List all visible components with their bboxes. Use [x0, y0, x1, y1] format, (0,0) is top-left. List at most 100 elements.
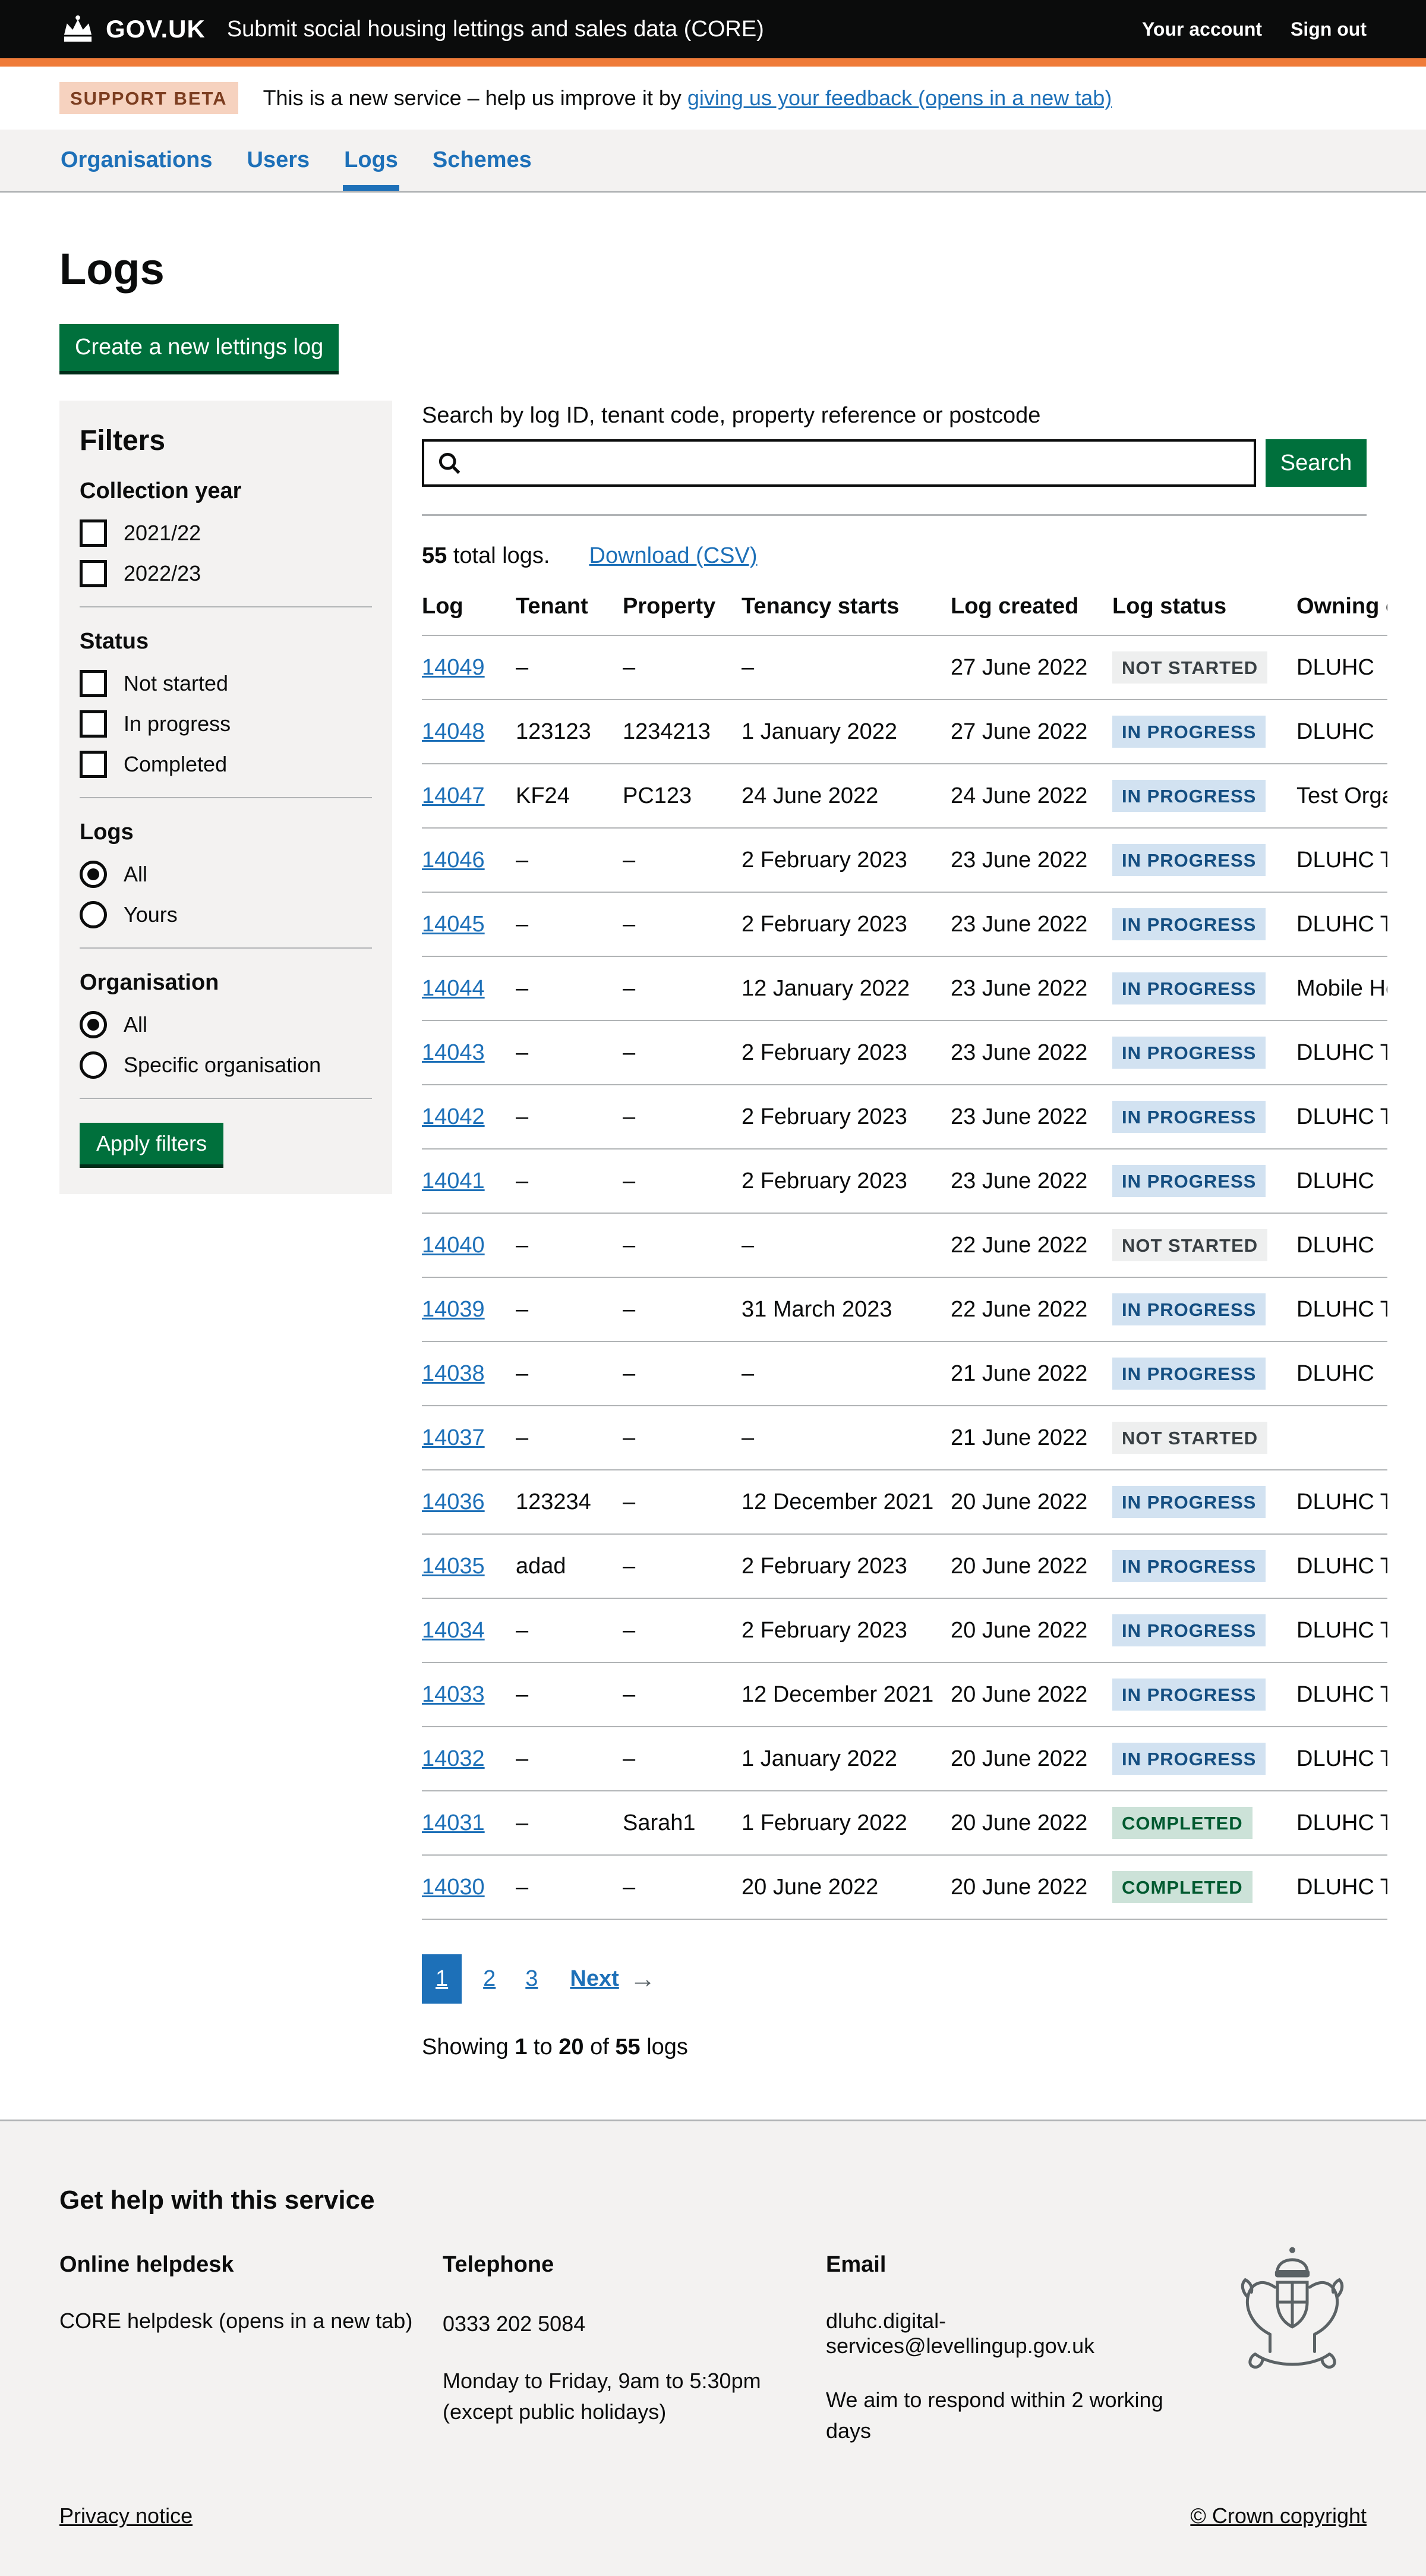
search-button[interactable]: Search [1266, 439, 1367, 487]
status-tag: IN PROGRESS [1112, 1614, 1266, 1646]
table-row: 14030––20 June 202220 June 2022COMPLETED… [422, 1855, 1387, 1919]
log-link-14035[interactable]: 14035 [422, 1554, 485, 1579]
log-link-14040[interactable]: 14040 [422, 1233, 485, 1258]
core-helpdesk-link[interactable]: CORE helpdesk (opens in a new tab) [59, 2309, 412, 2333]
crown-copyright-link[interactable]: © Crown copyright [1190, 2503, 1367, 2528]
telephone-holidays: (except public holidays) [443, 2397, 826, 2427]
radio-option-all[interactable]: All [80, 861, 372, 888]
radio-all-control[interactable] [80, 861, 107, 888]
option-label: Yours [124, 902, 178, 927]
nav-item-users[interactable]: Users [246, 130, 311, 191]
radio-dot [87, 1019, 99, 1031]
next-page-link[interactable]: Next [570, 1966, 619, 1992]
nav-item-organisations[interactable]: Organisations [59, 130, 214, 191]
checkbox-2022-23-control[interactable] [80, 560, 107, 587]
radio-yours-control[interactable] [80, 901, 107, 928]
status-tag: COMPLETED [1112, 1871, 1253, 1903]
your-account-link[interactable]: Your account [1142, 18, 1262, 40]
privacy-notice-link[interactable]: Privacy notice [59, 2503, 193, 2528]
table-row: 14045––2 February 202323 June 2022IN PRO… [422, 892, 1387, 956]
log-link-14045[interactable]: 14045 [422, 912, 485, 937]
log-link-14038[interactable]: 14038 [422, 1361, 485, 1386]
log-link-14047[interactable]: 14047 [422, 783, 485, 808]
radio-all-control[interactable] [80, 1011, 107, 1038]
download-csv-link[interactable]: Download (CSV) [589, 543, 758, 568]
log-link-14041[interactable]: 14041 [422, 1169, 485, 1193]
log-link-14034[interactable]: 14034 [422, 1618, 485, 1643]
telephone-hours: Monday to Friday, 9am to 5:30pm [443, 2366, 826, 2397]
filters-heading: Filters [80, 424, 372, 457]
feedback-link[interactable]: giving us your feedback (opens in a new … [687, 86, 1112, 110]
page-link-3[interactable]: 3 [517, 1954, 546, 2004]
nav-item-logs[interactable]: Logs [343, 130, 399, 191]
checkbox-option-2022-23[interactable]: 2022/23 [80, 560, 372, 587]
phase-banner: SUPPORT BETA This is a new service – hel… [0, 67, 1426, 130]
govuk-logo[interactable]: GOV.UK [106, 15, 206, 43]
page-link-2[interactable]: 2 [475, 1954, 504, 2004]
primary-navigation: Organisations Users Logs Schemes [0, 130, 1426, 193]
footer-telephone: Telephone 0333 202 5084 Monday to Friday… [443, 2252, 826, 2446]
checkbox-option-in-progress[interactable]: In progress [80, 710, 372, 738]
service-name-link[interactable]: Submit social housing lettings and sales… [227, 17, 764, 42]
table-row: 14044––12 January 202223 June 2022IN PRO… [422, 956, 1387, 1021]
table-row: 14036123234–12 December 202120 June 2022… [422, 1470, 1387, 1534]
log-link-14030[interactable]: 14030 [422, 1875, 485, 1900]
radio-option-all[interactable]: All [80, 1011, 372, 1038]
pagination: 123Next→ [422, 1954, 1367, 2004]
footer-email: Email dluhc.digital-services@levellingup… [826, 2252, 1209, 2446]
support-beta-tag: SUPPORT BETA [59, 82, 238, 114]
log-link-14049[interactable]: 14049 [422, 655, 485, 680]
status-tag: IN PROGRESS [1112, 1679, 1266, 1711]
status-tag: IN PROGRESS [1112, 1037, 1266, 1069]
email-response-note: We aim to respond within 2 working days [826, 2385, 1209, 2446]
log-link-14043[interactable]: 14043 [422, 1040, 485, 1065]
log-link-14032[interactable]: 14032 [422, 1746, 485, 1771]
table-row: 14038–––21 June 2022IN PROGRESSDLUHC [422, 1341, 1387, 1406]
nav-item-schemes[interactable]: Schemes [431, 130, 533, 191]
status-tag: IN PROGRESS [1112, 780, 1266, 812]
log-link-14037[interactable]: 14037 [422, 1425, 485, 1450]
table-row: 1404812312312342131 January 202227 June … [422, 700, 1387, 764]
log-link-14046[interactable]: 14046 [422, 848, 485, 873]
log-link-14044[interactable]: 14044 [422, 976, 485, 1001]
log-link-14036[interactable]: 14036 [422, 1489, 485, 1514]
option-label: Completed [124, 752, 227, 777]
search-input[interactable] [422, 439, 1256, 487]
telephone-number: 0333 202 5084 [443, 2309, 826, 2339]
option-label: Specific organisation [124, 1053, 321, 1078]
status-tag: IN PROGRESS [1112, 1101, 1266, 1133]
status-tag: IN PROGRESS [1112, 1743, 1266, 1775]
phase-banner-text-prefix: This is a new service – help us improve … [263, 86, 687, 110]
checkbox-2021-22-control[interactable] [80, 519, 107, 547]
radio-option-specific-organisation[interactable]: Specific organisation [80, 1051, 372, 1079]
page-current-1[interactable]: 1 [422, 1954, 462, 2004]
table-row: 14043––2 February 202323 June 2022IN PRO… [422, 1021, 1387, 1085]
log-link-14048[interactable]: 14048 [422, 719, 485, 744]
sign-out-link[interactable]: Sign out [1291, 18, 1367, 40]
checkbox-option-completed[interactable]: Completed [80, 751, 372, 778]
checkbox-not-started-control[interactable] [80, 670, 107, 697]
radio-specific-organisation-control[interactable] [80, 1051, 107, 1079]
checkbox-completed-control[interactable] [80, 751, 107, 778]
govuk-header: GOV.UK Submit social housing lettings an… [0, 0, 1426, 67]
log-link-14042[interactable]: 14042 [422, 1104, 485, 1129]
create-lettings-log-button[interactable]: Create a new lettings log [59, 324, 339, 371]
column-header-owning-organisation: Owning organisation [1296, 594, 1387, 635]
checkbox-in-progress-control[interactable] [80, 710, 107, 738]
radio-option-yours[interactable]: Yours [80, 901, 372, 928]
status-tag: IN PROGRESS [1112, 844, 1266, 876]
log-link-14031[interactable]: 14031 [422, 1810, 485, 1835]
status-tag: NOT STARTED [1112, 1229, 1267, 1261]
table-row: 14040–––22 June 2022NOT STARTEDDLUHC [422, 1213, 1387, 1277]
checkbox-option-2021-22[interactable]: 2021/22 [80, 519, 372, 547]
apply-filters-button[interactable]: Apply filters [80, 1123, 223, 1164]
email-link[interactable]: dluhc.digital-services@levellingup.gov.u… [826, 2309, 1094, 2358]
filter-divider [80, 947, 372, 949]
filter-divider [80, 797, 372, 798]
search-label: Search by log ID, tenant code, property … [422, 403, 1367, 429]
status-tag: COMPLETED [1112, 1807, 1253, 1839]
log-link-14033[interactable]: 14033 [422, 1682, 485, 1707]
checkbox-option-not-started[interactable]: Not started [80, 670, 372, 697]
log-link-14039[interactable]: 14039 [422, 1297, 485, 1322]
filter-group-logs: Logs [80, 820, 372, 845]
